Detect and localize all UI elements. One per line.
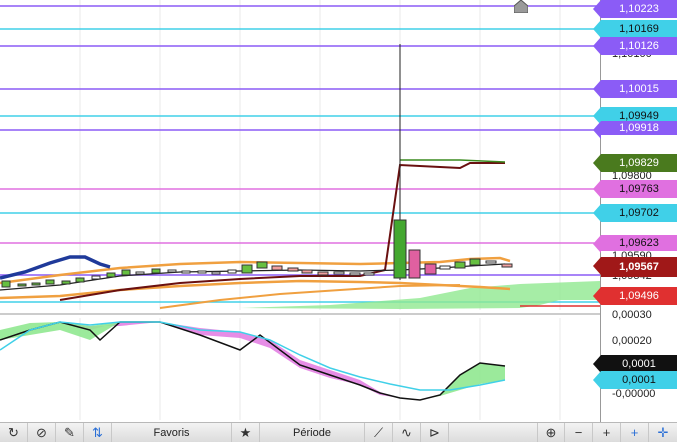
- zoom-in-icon[interactable]: ⊕: [537, 423, 565, 442]
- candle: [485, 260, 497, 264]
- candle: [363, 272, 375, 276]
- price-level-tag: 1,10015: [593, 80, 677, 98]
- oscillator-tag: 0,0001: [593, 371, 677, 389]
- line-tool-icon[interactable]: ⟋: [365, 423, 393, 442]
- favorites-button[interactable]: Favoris: [112, 423, 232, 442]
- scroll-marker-icon[interactable]: [513, 0, 529, 14]
- crosshair-alt-icon[interactable]: ✛: [649, 423, 677, 442]
- candle: [106, 272, 116, 278]
- candle: [91, 275, 101, 280]
- period-label: Période: [293, 426, 331, 439]
- pencil-icon[interactable]: ✎: [56, 423, 84, 442]
- candle: [61, 280, 71, 285]
- candle: [301, 269, 313, 274]
- period-button[interactable]: Période: [260, 423, 365, 442]
- candles: [1, 44, 513, 288]
- candle: [181, 270, 191, 274]
- price-chart[interactable]: [0, 0, 600, 422]
- price-level-tag: 1,09623: [593, 235, 677, 253]
- minus-icon[interactable]: −: [565, 423, 593, 442]
- price-level-tag: 1,10126: [593, 37, 677, 55]
- candle: [393, 219, 407, 279]
- favorites-label: Favoris: [153, 426, 190, 439]
- oscillator-panel: [0, 321, 506, 401]
- candle: [151, 268, 161, 274]
- price-level-tag: 1,10223: [593, 0, 677, 18]
- candle: [45, 279, 55, 285]
- candle: [424, 263, 437, 275]
- plus-icon[interactable]: +: [593, 423, 621, 442]
- oscillator-tick-label: 0,00020: [612, 335, 652, 347]
- candle: [167, 269, 177, 273]
- candle: [197, 270, 207, 274]
- oscillator-tick-label: -0,00000: [612, 388, 656, 400]
- candle: [31, 282, 41, 286]
- candle: [271, 265, 283, 271]
- candle: [17, 283, 27, 287]
- candle: [349, 272, 361, 276]
- candle: [317, 271, 329, 276]
- curve-tool-icon[interactable]: ∿: [393, 423, 421, 442]
- candle: [121, 269, 131, 276]
- candle: [501, 263, 513, 268]
- price-level-tag: 1,09829: [593, 154, 677, 172]
- crosshair-icon[interactable]: +: [621, 423, 649, 442]
- chart-grid: [79, 0, 561, 420]
- candle: [469, 258, 481, 266]
- candle: [439, 265, 451, 270]
- oscillator-tick-label: 0,00030: [612, 309, 652, 321]
- candle: [1, 280, 11, 288]
- candle: [75, 277, 85, 283]
- candle: [256, 261, 268, 269]
- current-price-tag: 1,09567: [593, 257, 677, 277]
- price-level-tag: 1,09496: [593, 287, 677, 305]
- price-level-tag: 1,10169: [593, 20, 677, 38]
- candle: [333, 271, 345, 275]
- candle: [287, 267, 299, 272]
- price-level-tag: 1,09918: [593, 121, 677, 139]
- candle: [454, 261, 466, 269]
- price-level-tag: 1,09702: [593, 204, 677, 222]
- candle: [408, 249, 421, 279]
- brown-ma: [59, 162, 505, 301]
- candle: [135, 271, 145, 275]
- star-icon[interactable]: ★: [232, 423, 260, 442]
- fan-tool-icon[interactable]: ⊳: [421, 423, 449, 442]
- oscillator-green-fill-right: [420, 363, 505, 400]
- no-entry-icon[interactable]: ⊘: [28, 423, 56, 442]
- candle: [211, 271, 221, 275]
- sort-arrows-icon[interactable]: ⇅: [84, 423, 112, 442]
- green-ma: [400, 159, 506, 163]
- candle: [241, 264, 253, 274]
- price-level-tag: 1,09763: [593, 180, 677, 198]
- candle: [227, 269, 237, 274]
- refresh-icon[interactable]: ↻: [0, 423, 28, 442]
- bottom-toolbar: ↻ ⊘ ✎ ⇅ Favoris ★ Période ⟋ ∿ ⊳ ⊕ − + + …: [0, 422, 677, 442]
